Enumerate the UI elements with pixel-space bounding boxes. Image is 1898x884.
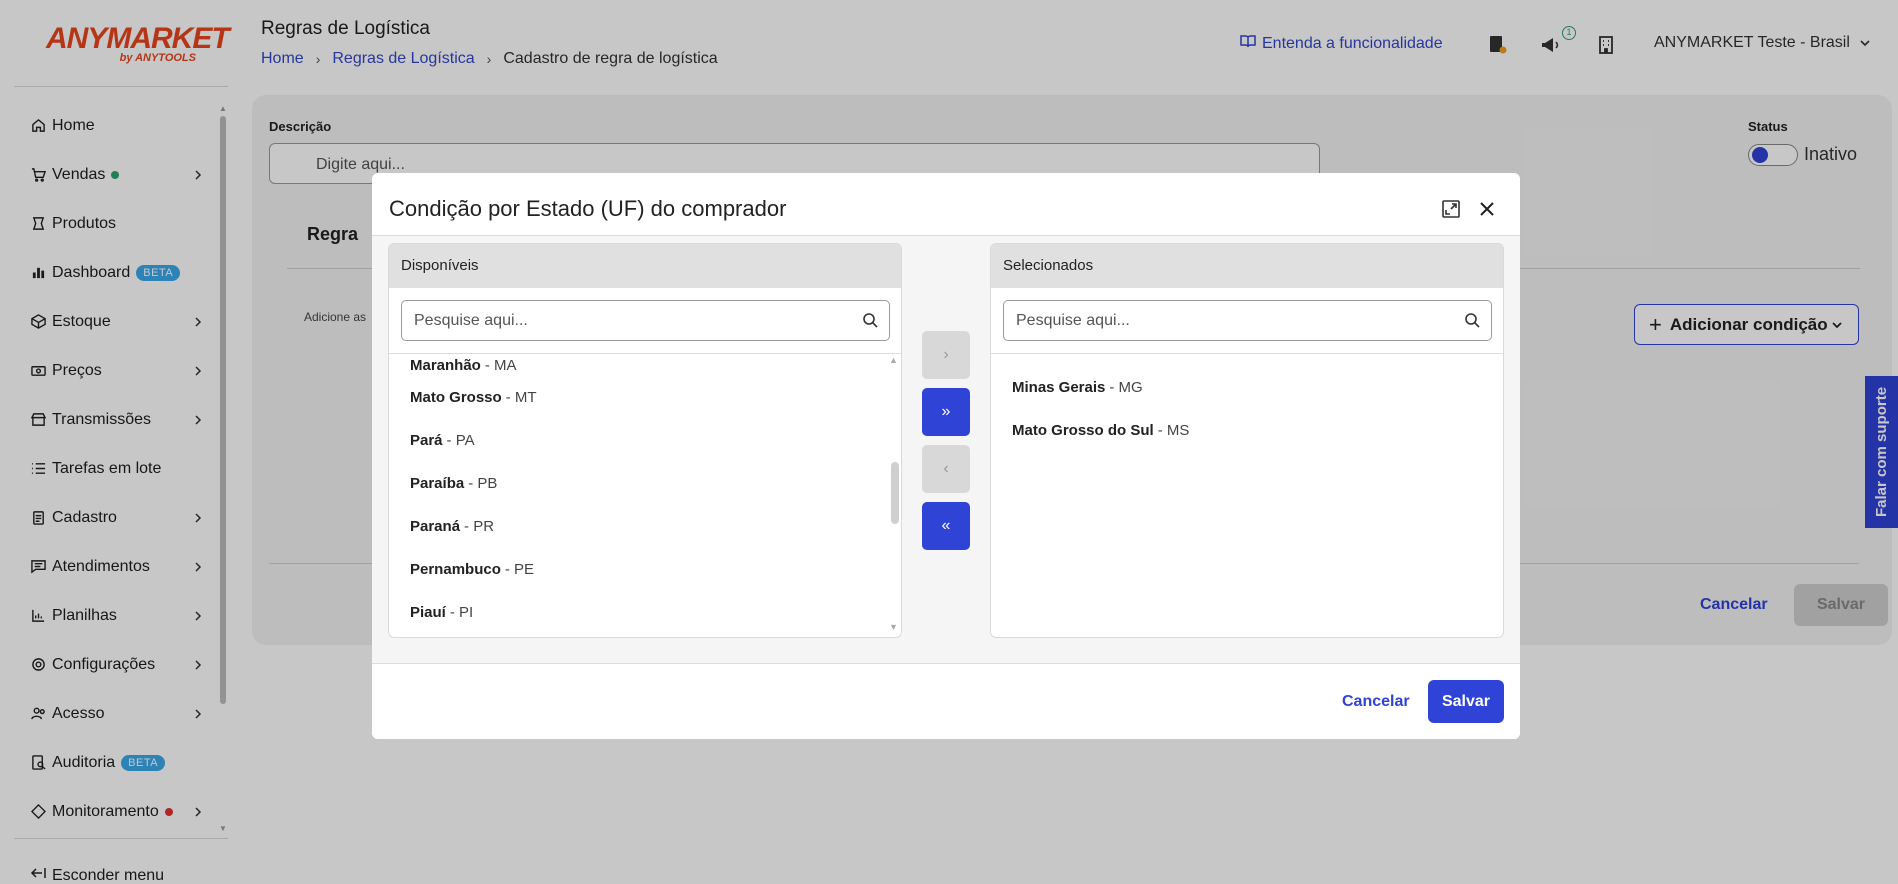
list-item[interactable]: Minas Gerais - MG: [991, 366, 1491, 409]
search-placeholder: Pesquise aqui...: [1016, 312, 1130, 329]
close-icon[interactable]: [1477, 199, 1497, 219]
available-search-input[interactable]: Pesquise aqui...: [401, 300, 890, 341]
available-list: Maranhão - MA Mato Grosso - MT Pará - PA Pa…: [389, 354, 889, 637]
list-item[interactable]: Mato Grosso - MT: [389, 376, 889, 419]
available-panel: Disponíveis Pesquise aqui... Maranhão - M…: [388, 243, 902, 638]
list-item[interactable]: Pará - PA: [389, 419, 889, 462]
move-selected-button[interactable]: ›: [922, 331, 970, 379]
selected-search-input[interactable]: Pesquise aqui...: [1003, 300, 1492, 341]
selected-panel: Selecionados Pesquise aqui... Minas Gera…: [990, 243, 1504, 638]
list-item[interactable]: Piauí - PI: [389, 591, 889, 634]
list-scrollbar[interactable]: [891, 462, 899, 524]
list-item[interactable]: Pernambuco - PE: [389, 548, 889, 591]
search-placeholder: Pesquise aqui...: [414, 312, 528, 329]
available-panel-header: Disponíveis: [389, 244, 901, 288]
search-icon: [1465, 313, 1480, 328]
move-all-button[interactable]: »: [922, 388, 970, 436]
list-item[interactable]: Maranhão - MA: [389, 354, 889, 376]
modal-title: Condição por Estado (UF) do comprador: [389, 196, 787, 221]
list-item[interactable]: Paraíba - PB: [389, 462, 889, 505]
remove-all-button[interactable]: «: [922, 502, 970, 550]
list-scroll-down[interactable]: ▼: [889, 622, 898, 632]
remove-selected-button[interactable]: ‹: [922, 445, 970, 493]
search-icon: [863, 313, 878, 328]
selected-list: Minas Gerais - MG Mato Grosso do Sul - MS: [991, 354, 1491, 637]
expand-icon[interactable]: [1441, 199, 1461, 219]
state-condition-modal: Condição por Estado (UF) do comprador Di…: [372, 173, 1520, 739]
modal-save-button[interactable]: Salvar: [1428, 680, 1504, 723]
selected-panel-header: Selecionados: [991, 244, 1503, 288]
list-scroll-up[interactable]: ▲: [889, 355, 898, 365]
modal-cancel-button[interactable]: Cancelar: [1342, 693, 1410, 711]
list-item[interactable]: Paraná - PR: [389, 505, 889, 548]
list-item[interactable]: Mato Grosso do Sul - MS: [991, 409, 1491, 452]
